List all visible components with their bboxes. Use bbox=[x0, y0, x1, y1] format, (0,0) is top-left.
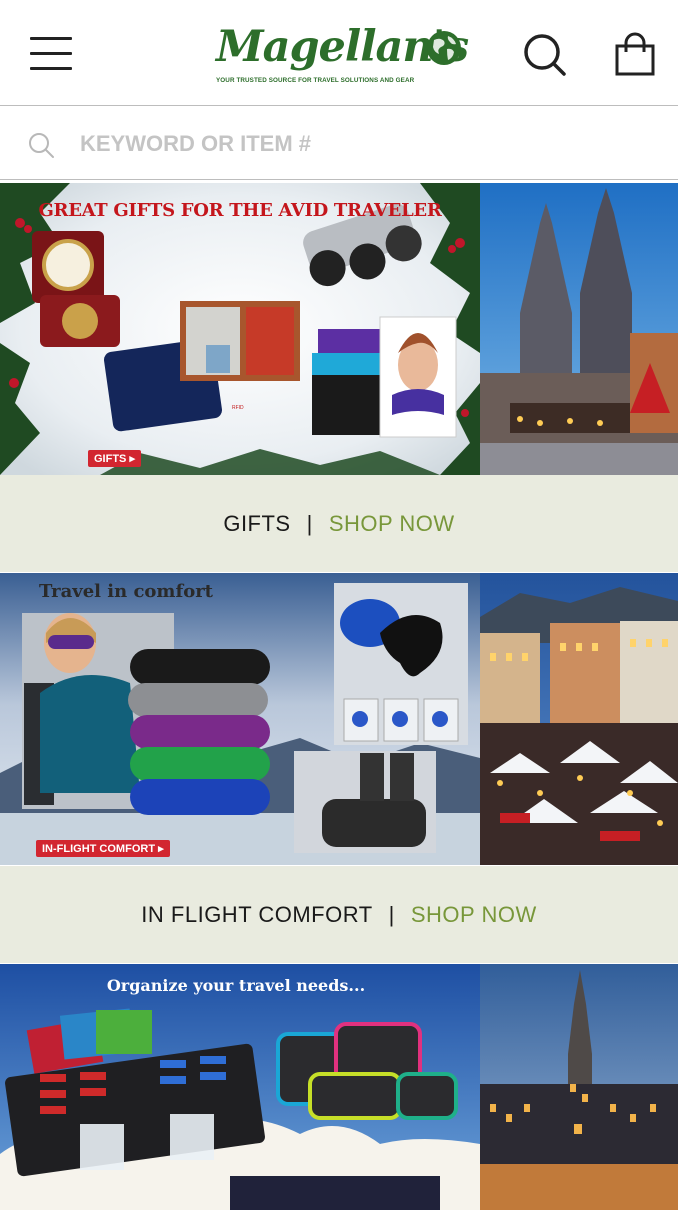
search-icon bbox=[524, 34, 566, 76]
svg-text:RFID: RFID bbox=[232, 405, 244, 411]
cta-separator: | bbox=[388, 901, 395, 927]
gifts-cta-label: GIFTS bbox=[223, 510, 291, 536]
organize-banner[interactable]: Organize your travel needs... bbox=[0, 964, 678, 1210]
organize-banner-image: Organize your travel needs... bbox=[0, 964, 480, 1210]
cta-separator: | bbox=[306, 510, 313, 536]
gifts-banner[interactable]: RFID GREAT GIFTS FOR THE AVID TRAVELER G… bbox=[0, 183, 678, 475]
comfort-shop-now-link[interactable]: SHOP NOW bbox=[411, 902, 537, 928]
gifts-shop-now-link[interactable]: SHOP NOW bbox=[329, 511, 455, 537]
globe-icon bbox=[427, 31, 461, 65]
logo-tagline: YOUR TRUSTED SOURCE FOR TRAVEL SOLUTIONS… bbox=[216, 77, 415, 84]
gifts-cta-strip: GIFTS | SHOP NOW bbox=[0, 475, 678, 572]
comfort-cta-label: IN FLIGHT COMFORT bbox=[141, 901, 373, 927]
site-header: Magellan's YOUR TRUSTED SOURCE FOR TRAVE… bbox=[0, 0, 678, 106]
search-bar bbox=[0, 107, 678, 180]
search-input[interactable] bbox=[80, 125, 640, 163]
organize-headline: Organize your travel needs... bbox=[106, 976, 366, 995]
search-icon bbox=[29, 133, 54, 158]
menu-icon[interactable] bbox=[30, 37, 74, 71]
gifts-headline: GREAT GIFTS FOR THE AVID TRAVELER bbox=[38, 200, 442, 221]
gifts-banner-image: RFID GREAT GIFTS FOR THE AVID TRAVELER G… bbox=[0, 183, 480, 475]
city-image-1 bbox=[480, 183, 678, 475]
city-image-2 bbox=[480, 573, 678, 865]
shopping-bag-icon bbox=[615, 32, 655, 76]
gifts-artwork: RFID bbox=[0, 183, 480, 475]
site-logo[interactable]: Magellan's YOUR TRUSTED SOURCE FOR TRAVE… bbox=[212, 22, 469, 88]
shopping-bag-button[interactable] bbox=[610, 30, 660, 80]
in-flight-comfort-banner[interactable]: Travel in comfort IN-FLIGHT COMFORT ▸ bbox=[0, 573, 678, 865]
comfort-banner-image: Travel in comfort IN-FLIGHT COMFORT ▸ bbox=[0, 573, 480, 865]
search-button[interactable] bbox=[520, 30, 572, 82]
comfort-headline: Travel in comfort bbox=[39, 581, 213, 602]
comfort-badge[interactable]: IN-FLIGHT COMFORT ▸ bbox=[36, 840, 170, 857]
comfort-cta-strip: IN FLIGHT COMFORT | SHOP NOW bbox=[0, 866, 678, 963]
gifts-badge[interactable]: GIFTS ▸ bbox=[88, 450, 141, 467]
city-image-3 bbox=[480, 964, 678, 1210]
